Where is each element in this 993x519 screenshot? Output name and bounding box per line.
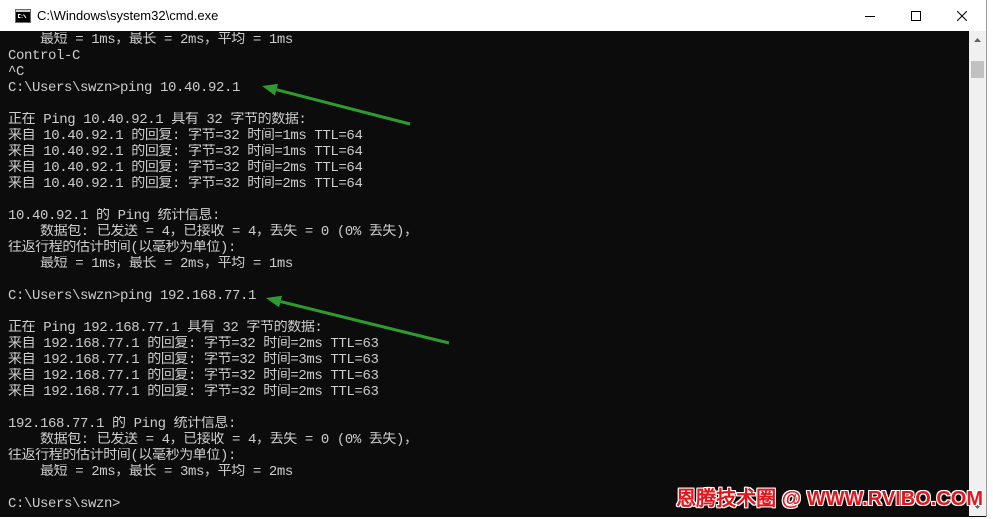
console-lines: 最短 = 1ms，最长 = 2ms，平均 = 1ms Control-C ^C … <box>0 31 969 512</box>
console-line: 往返行程的估计时间(以毫秒为单位): <box>8 448 237 464</box>
console-line: 数据包: 已发送 = 4，已接收 = 4，丢失 = 0 (0% 丢失)， <box>8 432 418 448</box>
console-line: 来自 10.40.92.1 的回复: 字节=32 时间=2ms TTL=64 <box>8 160 363 176</box>
console-line: 来自 192.168.77.1 的回复: 字节=32 时间=2ms TTL=63 <box>8 336 379 352</box>
cmd-icon <box>15 9 31 23</box>
scroll-thumb[interactable] <box>971 61 984 78</box>
chevron-up-icon <box>974 38 981 42</box>
vertical-scrollbar[interactable] <box>969 31 986 516</box>
scroll-up-button[interactable] <box>969 31 986 48</box>
cmd-icon-graphic <box>15 9 31 23</box>
minimize-button[interactable] <box>847 0 893 31</box>
window-title: C:\Windows\system32\cmd.exe <box>37 8 219 23</box>
title-bar[interactable]: C:\Windows\system32\cmd.exe <box>0 0 986 31</box>
console-line: 来自 10.40.92.1 的回复: 字节=32 时间=1ms TTL=64 <box>8 144 363 160</box>
close-icon <box>957 10 967 21</box>
console-line: 来自 10.40.92.1 的回复: 字节=32 时间=2ms TTL=64 <box>8 176 363 192</box>
console-line: 来自 192.168.77.1 的回复: 字节=32 时间=2ms TTL=63 <box>8 368 379 384</box>
console-line: 来自 10.40.92.1 的回复: 字节=32 时间=1ms TTL=64 <box>8 128 363 144</box>
console-line: C:\Users\swzn>ping 192.168.77.1 <box>8 288 257 304</box>
maximize-button[interactable] <box>893 0 939 31</box>
cmd-window: C:\Windows\system32\cmd.exe 最短 = 1ms，最长 … <box>0 0 987 517</box>
console-line: 10.40.92.1 的 Ping 统计信息: <box>8 208 221 224</box>
console-line: 正在 Ping 10.40.92.1 具有 32 字节的数据: <box>8 112 307 128</box>
console-line: 192.168.77.1 的 Ping 统计信息: <box>8 416 237 432</box>
console-line: ^C <box>8 64 25 80</box>
minimize-icon <box>865 15 875 17</box>
watermark: 恩腾技术圈 @ WWW.RVIBO.COM <box>676 488 983 510</box>
console-line: 数据包: 已发送 = 4，已接收 = 4，丢失 = 0 (0% 丢失)， <box>8 224 418 240</box>
console-line: 往返行程的估计时间(以毫秒为单位): <box>8 240 237 256</box>
maximize-icon <box>911 10 921 21</box>
console-line: 最短 = 1ms，最长 = 2ms，平均 = 1ms <box>8 32 293 48</box>
console-output[interactable]: 最短 = 1ms，最长 = 2ms，平均 = 1ms Control-C ^C … <box>0 31 969 516</box>
close-button[interactable] <box>939 0 985 31</box>
console-line: Control-C <box>8 48 81 64</box>
console-line: 最短 = 2ms，最长 = 3ms，平均 = 2ms <box>8 464 293 480</box>
console-line: C:\Users\swzn>ping 10.40.92.1 <box>8 80 241 96</box>
console-line: 来自 192.168.77.1 的回复: 字节=32 时间=3ms TTL=63 <box>8 352 379 368</box>
console-line: 来自 192.168.77.1 的回复: 字节=32 时间=2ms TTL=63 <box>8 384 379 400</box>
console-line: 最短 = 1ms，最长 = 2ms，平均 = 1ms <box>8 256 293 272</box>
console-line: 正在 Ping 192.168.77.1 具有 32 字节的数据: <box>8 320 323 336</box>
